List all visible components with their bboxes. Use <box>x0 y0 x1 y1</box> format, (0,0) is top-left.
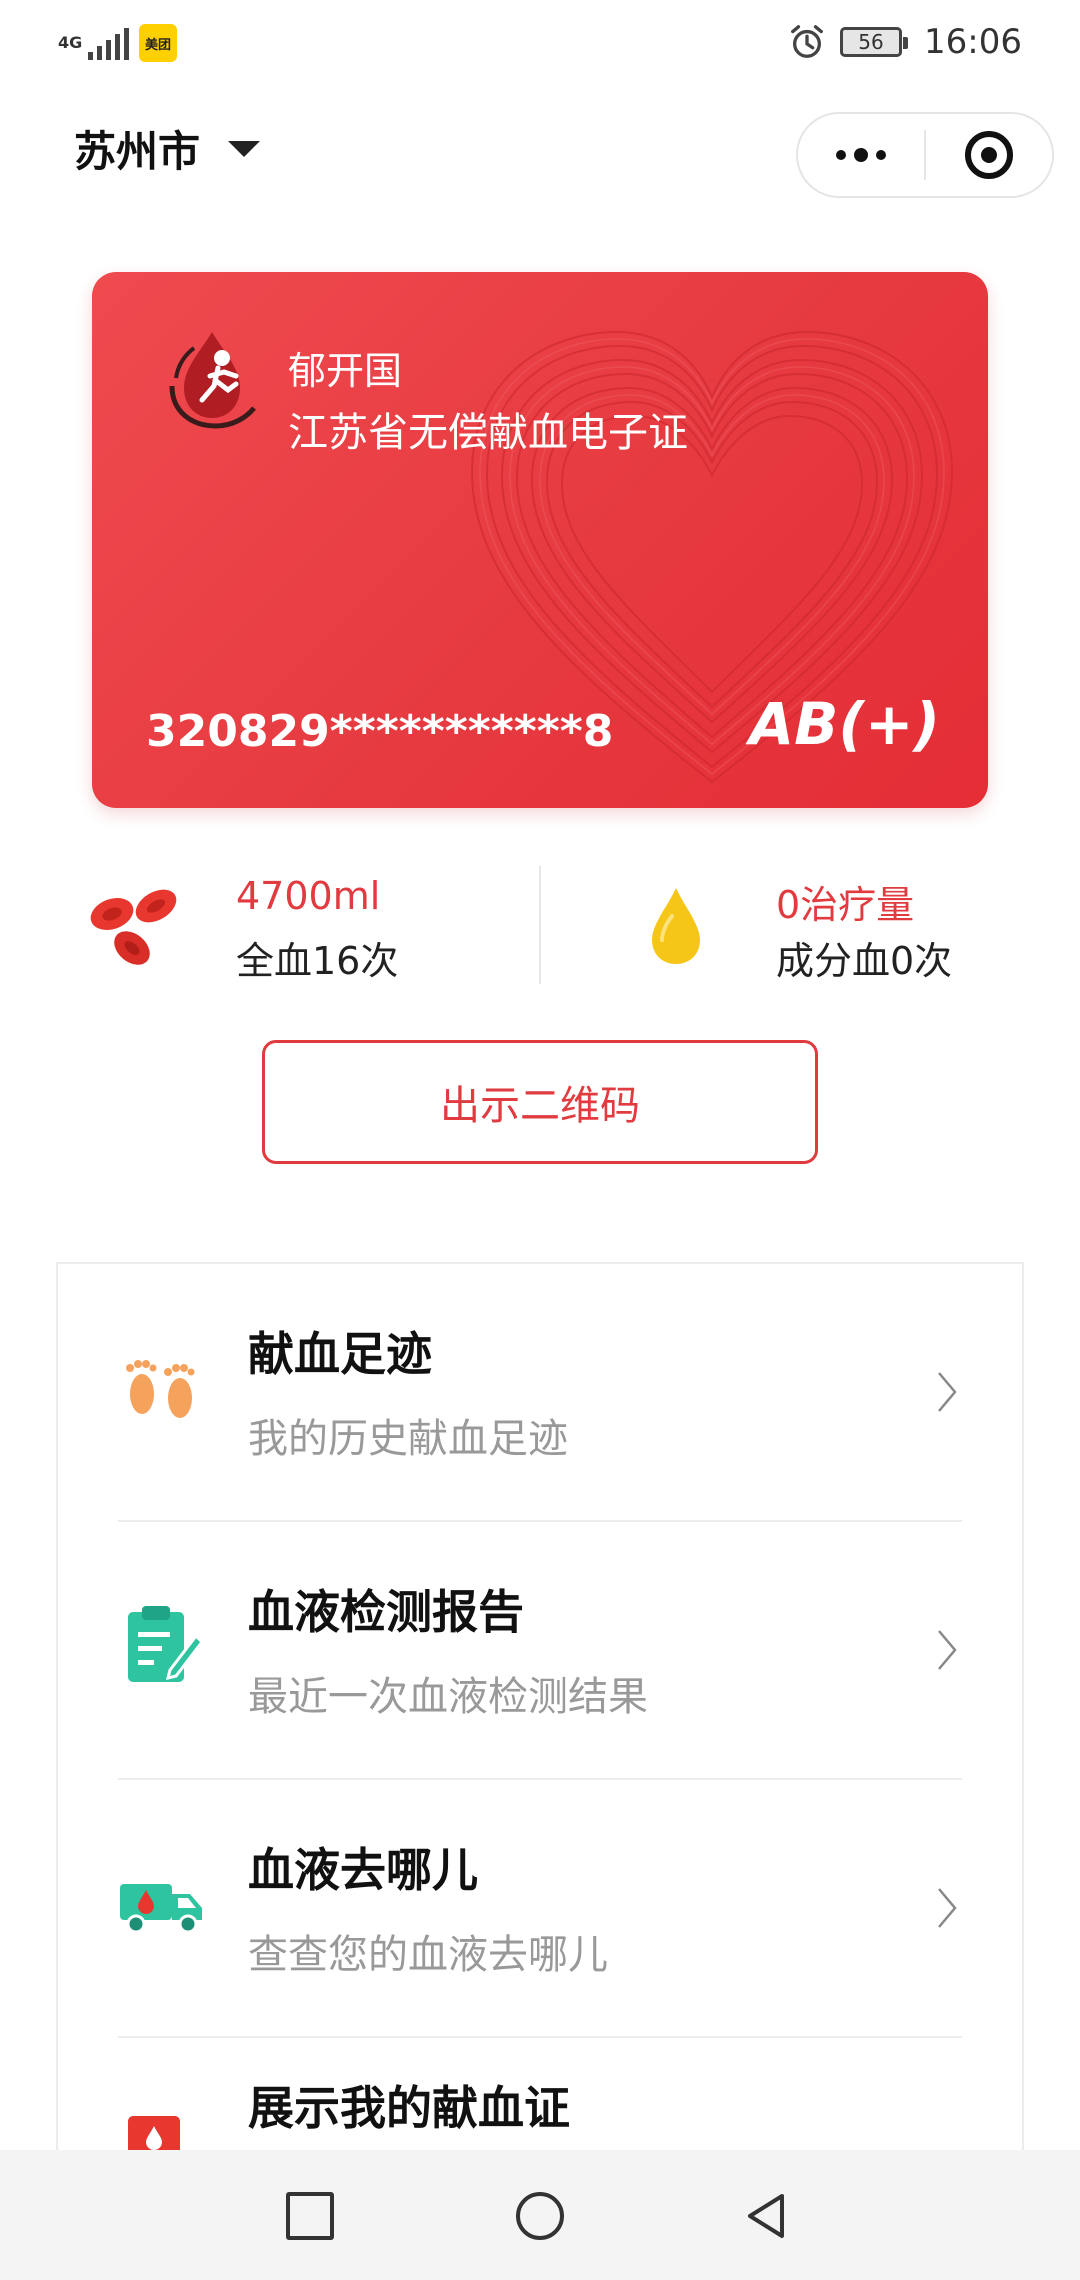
meituan-app-icon: 美团 <box>139 24 177 62</box>
battery-icon: 56 <box>840 27 909 57</box>
more-button[interactable] <box>798 114 924 196</box>
blood-type: AB(+) <box>749 690 940 758</box>
whole-blood-volume: 4700ml <box>236 874 381 918</box>
menu-item-title: 血液去哪儿 <box>248 1843 478 1897</box>
signal-icon <box>88 26 129 60</box>
stats-divider <box>539 866 541 984</box>
menu-item-title: 献血足迹 <box>248 1327 432 1381</box>
donation-stats: 4700ml 全血16次 0治疗量 成分血0次 <box>0 860 1080 990</box>
more-icon <box>836 148 886 162</box>
holder-name: 郁开国 <box>288 349 403 393</box>
blood-drop-icon <box>652 888 700 964</box>
city-selector[interactable]: 苏州市 <box>74 118 261 179</box>
menu-item-title: 展示我的献血证 <box>248 2081 570 2135</box>
chevron-right-icon <box>938 1888 957 1928</box>
chevron-down-icon <box>228 140 261 157</box>
red-blood-cells-icon <box>90 889 177 965</box>
show-qr-code-button[interactable]: 出示二维码 <box>262 1040 818 1164</box>
component-volume: 0治疗量 <box>776 883 915 927</box>
back-button[interactable] <box>742 2192 790 2240</box>
home-button[interactable] <box>516 2192 564 2240</box>
close-button[interactable] <box>926 114 1052 196</box>
whole-blood-count: 全血16次 <box>236 939 399 983</box>
component-count: 成分血0次 <box>776 939 953 983</box>
recent-apps-button[interactable] <box>286 2192 334 2240</box>
city-name: 苏州市 <box>74 127 201 176</box>
system-navigation-bar <box>0 2150 1080 2280</box>
blood-donation-card[interactable]: 郁开国 江苏省无偿献血电子证 320829***********8 AB(+) <box>92 272 988 808</box>
menu-item-subtitle: 我的历史献血足迹 <box>248 1416 568 1462</box>
status-right: 56 16:06 <box>788 22 1022 62</box>
mini-program-capsule <box>796 112 1054 198</box>
chevron-right-icon <box>938 1630 957 1670</box>
footprints-icon <box>126 1360 195 1418</box>
menu-item-donation-history[interactable]: 献血足迹 我的历史献血足迹 <box>58 1264 1022 1522</box>
status-left: 4G 美团 <box>58 24 177 62</box>
blood-donation-logo-icon <box>169 332 256 429</box>
blood-truck-icon <box>120 1884 202 1934</box>
menu-item-subtitle: 查查您的血液去哪儿 <box>248 1932 608 1978</box>
menu-list: 献血足迹 我的历史献血足迹 血液检测报告 最近一次血液检测结果 血液去哪儿 查查… <box>56 1262 1024 2280</box>
id-number: 320829***********8 <box>146 706 614 757</box>
menu-item-title: 血液检测报告 <box>248 1585 524 1639</box>
card-title: 江苏省无偿献血电子证 <box>288 410 688 456</box>
alarm-icon <box>791 25 823 58</box>
status-bar: 4G 美团 56 16:06 <box>0 0 1080 92</box>
network-type: 4G <box>58 33 83 52</box>
chevron-right-icon <box>938 1372 957 1412</box>
menu-item-subtitle: 最近一次血液检测结果 <box>248 1674 648 1720</box>
close-target-icon <box>965 131 1013 179</box>
menu-item-blood-destination[interactable]: 血液去哪儿 查查您的血液去哪儿 <box>58 1780 1022 2038</box>
clock: 16:06 <box>924 22 1022 62</box>
battery-level: 56 <box>858 30 884 54</box>
report-clipboard-icon <box>128 1606 204 1682</box>
menu-item-blood-test-report[interactable]: 血液检测报告 最近一次血液检测结果 <box>58 1522 1022 1780</box>
